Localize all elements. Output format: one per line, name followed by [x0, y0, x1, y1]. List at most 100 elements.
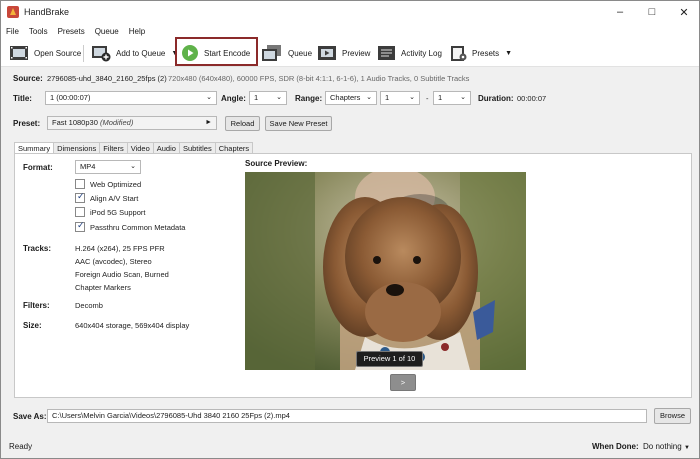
range-from-select[interactable]: 1 ⌄ — [380, 91, 420, 105]
chevron-down-icon: ⌄ — [206, 94, 212, 101]
source-label: Source: — [13, 74, 43, 83]
activity-log-label: Activity Log — [401, 48, 442, 58]
align-av-start-checkbox[interactable] — [75, 191, 85, 203]
duration-label: Duration: — [478, 94, 514, 103]
add-to-queue-button[interactable]: Add to Queue ▼ — [91, 42, 178, 64]
menu-tools[interactable]: Tools — [24, 27, 53, 36]
track-item: Foreign Audio Scan, Burned — [75, 270, 169, 279]
save-as-path: C:\Users\Melvin Garcia\Videos\2796085-Uh… — [52, 411, 290, 420]
source-preview-image: Preview 1 of 10 — [245, 172, 526, 370]
range-value: Chapters — [330, 93, 361, 102]
chevron-down-icon: ⌄ — [409, 94, 415, 101]
when-done-label: When Done: — [592, 442, 639, 451]
chevron-down-icon: ⌄ — [460, 94, 466, 101]
preset-value: Fast 1080p30 — [52, 118, 98, 127]
track-item: AAC (avcodec), Stereo — [75, 257, 152, 266]
toolbar-divider — [83, 45, 84, 62]
activity-log-icon — [378, 46, 395, 60]
ipod-5g-support-label: iPod 5G Support — [90, 208, 146, 217]
ipod-5g-support-checkbox[interactable] — [75, 207, 85, 217]
status-text: Ready — [9, 442, 33, 451]
angle-select[interactable]: 1 ⌄ — [249, 91, 287, 105]
filters-label: Filters: — [23, 301, 50, 310]
source-preview-label: Source Preview: — [245, 159, 308, 168]
preset-label: Preset: — [13, 119, 41, 128]
chevron-right-icon: ► — [205, 119, 212, 126]
when-done-dropdown[interactable]: Do nothing ▼ — [643, 442, 690, 451]
range-to-select[interactable]: 1 ⌄ — [433, 91, 471, 105]
size-label: Size: — [23, 321, 42, 330]
add-film-icon — [92, 46, 111, 62]
chevron-down-icon: ⌄ — [276, 94, 282, 101]
angle-value: 1 — [254, 93, 259, 102]
range-to-value: 1 — [438, 93, 443, 102]
presets-dropdown-icon[interactable]: ▼ — [505, 50, 512, 57]
preview-button[interactable]: Preview — [317, 42, 370, 64]
range-select[interactable]: Chapters ⌄ — [325, 91, 377, 105]
tracks-label: Tracks: — [23, 244, 52, 253]
add-to-queue-label: Add to Queue — [116, 48, 166, 58]
save-as-path-field[interactable]: C:\Users\Melvin Garcia\Videos\2796085-Uh… — [47, 409, 647, 423]
open-source-button[interactable]: Open Source — [9, 42, 81, 64]
filters-value: Decomb — [75, 301, 103, 310]
chevron-down-icon: ⌄ — [130, 163, 136, 170]
title-bar: HandBrake – □ ✕ — [1, 1, 699, 23]
range-separator: - — [426, 94, 429, 103]
minimize-button[interactable]: – — [604, 1, 636, 23]
close-button[interactable]: ✕ — [668, 1, 700, 23]
web-optimized-label: Web Optimized — [90, 180, 142, 189]
track-item: H.264 (x264), 25 FPS PFR — [75, 244, 165, 253]
queue-button[interactable]: Queue — [261, 42, 312, 64]
align-av-start-label: Align A/V Start — [90, 194, 139, 203]
maximize-button[interactable]: □ — [636, 1, 668, 23]
when-done-value: Do nothing — [643, 442, 682, 451]
chevron-down-icon: ⌄ — [366, 94, 372, 101]
preview-label: Preview — [342, 48, 371, 58]
range-label: Range: — [295, 94, 323, 103]
format-value: MP4 — [80, 162, 96, 171]
presets-button[interactable]: Presets ▼ — [450, 42, 512, 64]
menu-file[interactable]: File — [1, 27, 24, 36]
angle-label: Angle: — [221, 94, 246, 103]
next-preview-button[interactable]: > — [390, 374, 416, 391]
preview-icon — [318, 46, 336, 60]
activity-log-button[interactable]: Activity Log — [377, 42, 442, 64]
film-icon — [10, 46, 28, 60]
title-label: Title: — [13, 94, 32, 103]
window-title: HandBrake — [24, 7, 70, 17]
reload-button[interactable]: Reload — [225, 116, 260, 131]
range-from-value: 1 — [385, 93, 390, 102]
size-value: 640x404 storage, 569x404 display — [75, 321, 190, 330]
preset-select[interactable]: Fast 1080p30 (Modified) ► — [47, 116, 217, 130]
duration-value: 00:00:07 — [517, 94, 547, 103]
open-source-label: Open Source — [34, 48, 82, 58]
queue-label: Queue — [288, 48, 313, 58]
source-info: 720x480 (640x480), 60000 FPS, SDR (8-bit… — [168, 74, 470, 83]
presets-label: Presets — [472, 48, 500, 58]
title-select[interactable]: 1 (00:00:07) ⌄ — [45, 91, 217, 105]
source-name: 2796085-uhd_3840_2160_25fps (2) — [47, 74, 167, 83]
menu-bar: File Tools Presets Queue Help — [1, 23, 699, 40]
dog-preview-picture — [245, 172, 526, 370]
save-as-label: Save As: — [13, 412, 47, 421]
presets-icon — [451, 46, 467, 61]
browse-button[interactable]: Browse — [654, 408, 691, 424]
preset-modified: (Modified) — [99, 118, 134, 127]
passthru-metadata-checkbox[interactable] — [75, 220, 85, 232]
menu-presets[interactable]: Presets — [53, 27, 90, 36]
format-label: Format: — [23, 163, 53, 172]
start-encode-highlight — [175, 37, 258, 66]
menu-queue[interactable]: Queue — [90, 27, 124, 36]
chevron-down-icon: ▼ — [683, 445, 690, 451]
format-select[interactable]: MP4 ⌄ — [75, 160, 141, 174]
title-value: 1 (00:00:07) — [50, 93, 91, 102]
passthru-metadata-label: Passthru Common Metadata — [90, 223, 186, 232]
web-optimized-checkbox[interactable] — [75, 179, 85, 189]
track-item: Chapter Markers — [75, 283, 131, 292]
queue-film-icon — [262, 45, 281, 61]
handbrake-logo-icon — [7, 6, 19, 18]
menu-help[interactable]: Help — [124, 27, 150, 36]
status-bar: Ready When Done: Do nothing ▼ — [1, 438, 699, 458]
toolbar: Open Source Add to Queue ▼ Start Encode … — [1, 40, 699, 67]
save-new-preset-button[interactable]: Save New Preset — [265, 116, 332, 131]
